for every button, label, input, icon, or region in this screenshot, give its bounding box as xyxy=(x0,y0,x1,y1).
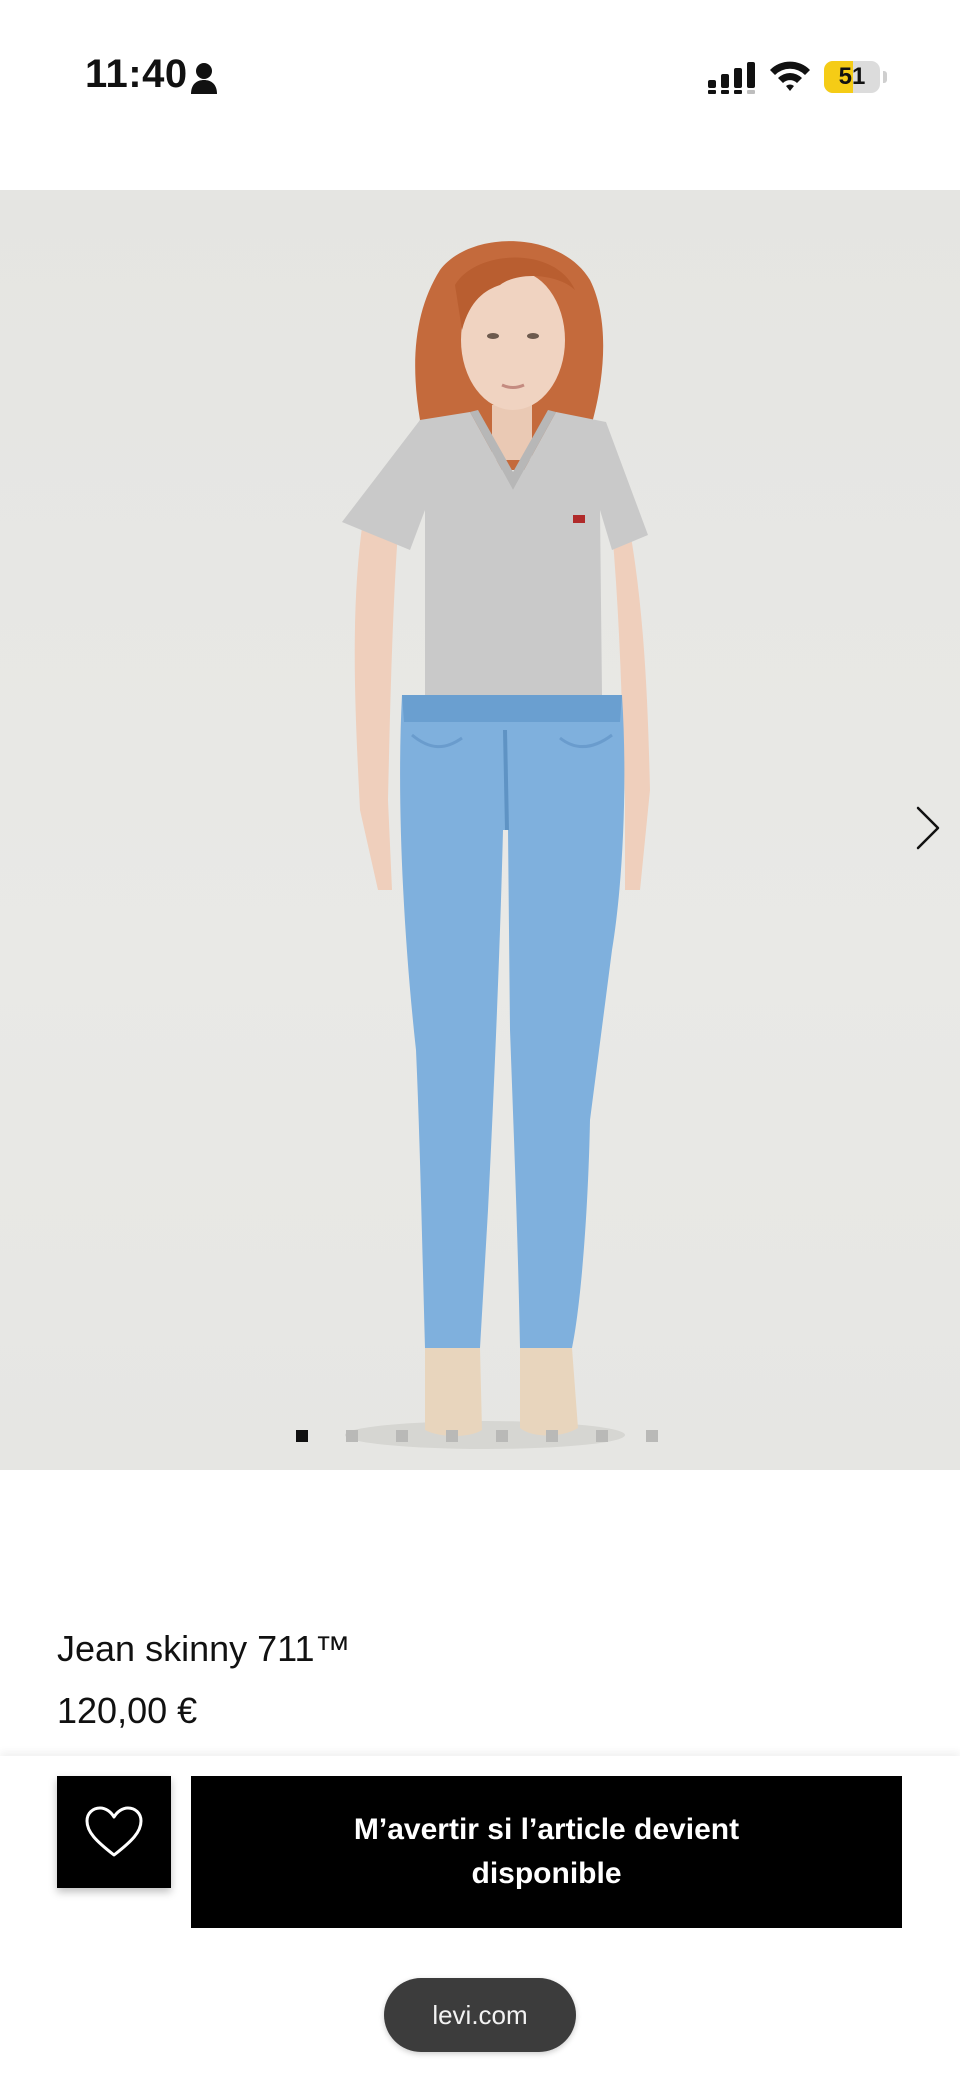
carousel-dot[interactable] xyxy=(596,1430,608,1442)
heart-icon xyxy=(85,1806,143,1857)
signal-icon xyxy=(708,62,755,94)
notify-button-label: M’avertir si l’article devient disponibl… xyxy=(353,1813,740,1890)
sticky-action-bar: M’avertir si l’article devient disponibl… xyxy=(0,1756,960,2087)
wifi-icon xyxy=(770,61,810,91)
notify-when-available-button[interactable]: M’avertir si l’article devient disponibl… xyxy=(191,1776,902,1928)
url-bar[interactable]: levi.com xyxy=(384,1978,576,2052)
status-bar: 11:40 51 xyxy=(0,0,960,150)
battery-level: 51 xyxy=(838,63,866,90)
person-icon xyxy=(191,63,217,94)
carousel-dot[interactable] xyxy=(296,1430,308,1442)
wishlist-button[interactable] xyxy=(57,1776,171,1888)
carousel-dot[interactable] xyxy=(496,1430,508,1442)
battery-body: 51 xyxy=(824,61,880,93)
chevron-right-icon[interactable] xyxy=(908,800,948,856)
product-price: 120,00 € xyxy=(57,1690,198,1731)
battery-cap xyxy=(883,71,887,83)
carousel-dot[interactable] xyxy=(646,1430,658,1442)
battery-icon: 51 xyxy=(824,61,888,93)
status-time: 11:40 xyxy=(85,52,188,96)
carousel-dots xyxy=(296,1430,658,1442)
carousel-dot[interactable] xyxy=(446,1430,458,1442)
product-title: Jean skinny 711™ xyxy=(57,1628,351,1669)
carousel-dot[interactable] xyxy=(396,1430,408,1442)
carousel-dot[interactable] xyxy=(346,1430,358,1442)
product-gallery[interactable] xyxy=(0,190,960,1470)
product-photo xyxy=(342,241,650,1449)
carousel-dot[interactable] xyxy=(546,1430,558,1442)
